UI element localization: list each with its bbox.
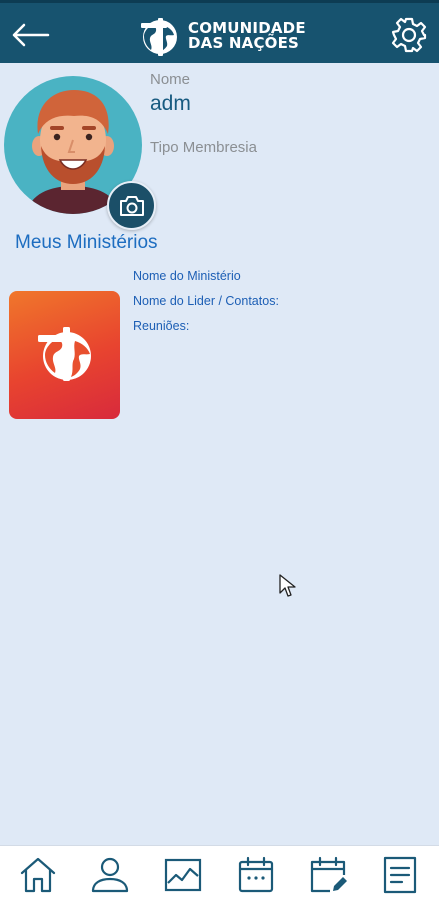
gear-icon <box>391 17 427 53</box>
name-label: Nome <box>150 71 191 88</box>
nav-documents[interactable] <box>380 855 420 895</box>
name-value: adm <box>150 92 191 115</box>
calendar-icon <box>238 856 274 893</box>
nav-profile[interactable] <box>90 855 130 895</box>
calendar-edit-icon <box>310 856 347 893</box>
home-icon <box>20 857 56 893</box>
membership-type-label: Tipo Membresia <box>150 139 257 156</box>
chart-icon <box>164 858 202 892</box>
bottom-navigation <box>0 845 439 900</box>
user-icon <box>91 857 129 893</box>
back-button[interactable] <box>10 19 50 51</box>
nav-home[interactable] <box>18 855 58 895</box>
logo-text: COMUNIDADE DAS NAÇÕES <box>188 21 306 51</box>
document-icon <box>383 856 417 894</box>
globe-cross-logo-icon <box>141 18 177 56</box>
nav-statistics[interactable] <box>163 855 203 895</box>
ministry-logo[interactable] <box>9 291 120 419</box>
change-photo-button[interactable] <box>107 181 156 230</box>
arrow-left-icon <box>12 23 50 47</box>
nav-calendar[interactable] <box>236 855 276 895</box>
ministry-name-label: Nome do Ministério <box>133 269 241 283</box>
globe-cross-logo-icon <box>38 327 91 381</box>
ministry-leader-label: Nome do Lider / Contatos: <box>133 294 279 308</box>
profile-content: Nome adm Tipo Membresia Meus Ministérios… <box>0 63 439 845</box>
mouse-pointer-icon <box>279 574 296 597</box>
avatar-container <box>4 76 156 230</box>
app-logo: COMUNIDADE DAS NAÇÕES <box>138 13 306 59</box>
camera-icon <box>119 195 144 216</box>
nav-calendar-edit[interactable] <box>308 855 348 895</box>
logo-line-2: DAS NAÇÕES <box>188 34 300 52</box>
ministry-meetings-label: Reuniões: <box>133 319 190 333</box>
settings-button[interactable] <box>390 16 428 54</box>
my-ministries-title: Meus Ministérios <box>15 232 158 253</box>
top-bar: COMUNIDADE DAS NAÇÕES <box>0 0 439 63</box>
